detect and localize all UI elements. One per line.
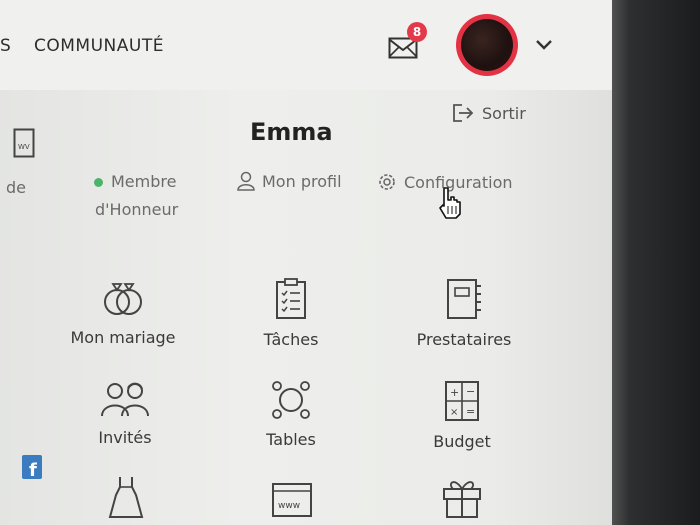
svg-text:f: f: [29, 460, 37, 479]
dress-icon[interactable]: [108, 475, 144, 519]
monitor-bezel: [612, 0, 700, 525]
logout-label: Sortir: [482, 103, 526, 123]
screen: S COMMUNAUTÉ 8 WV de f Sortir Emma Membr…: [0, 0, 612, 525]
table-icon: [272, 381, 310, 419]
status-line-1: Membre: [111, 172, 177, 191]
my-profile-label: Mon profil: [262, 171, 342, 191]
tile-vendors[interactable]: Prestataires: [406, 278, 522, 349]
calculator-icon: + − × =: [445, 381, 479, 421]
facebook-icon[interactable]: f: [22, 455, 42, 479]
website-icon[interactable]: www: [271, 482, 313, 518]
nav-item-community[interactable]: COMMUNAUTÉ: [34, 36, 164, 56]
checklist-icon: [276, 278, 306, 319]
website-icon[interactable]: WV: [13, 128, 35, 158]
svg-text:=: =: [466, 405, 475, 418]
svg-text:WV: WV: [18, 143, 30, 151]
my-profile-link[interactable]: Mon profil: [236, 171, 342, 191]
status-dot: [94, 178, 103, 187]
rings-icon: [104, 283, 142, 315]
member-status: Membre: [94, 172, 176, 191]
user-name: Emma: [250, 118, 333, 146]
avatar[interactable]: [456, 14, 518, 76]
svg-text:×: ×: [450, 407, 458, 418]
tile-label: Prestataires: [416, 330, 512, 349]
top-navigation-bar: S COMMUNAUTÉ 8: [0, 0, 612, 90]
tile-label: Tâches: [263, 330, 319, 349]
tile-label: Invités: [98, 428, 152, 447]
logout-icon: [453, 104, 474, 122]
messages-count-badge: 8: [407, 22, 427, 42]
tile-guests[interactable]: Invités: [80, 380, 170, 447]
tile-label: Mon mariage: [70, 328, 176, 347]
sidebar-partial-label: de: [6, 178, 26, 197]
svg-text:www: www: [278, 501, 300, 511]
svg-text:+: +: [450, 386, 459, 399]
tile-my-wedding[interactable]: Mon mariage: [64, 278, 182, 347]
tile-tables[interactable]: Tables: [246, 380, 336, 449]
guests-icon: [101, 382, 149, 417]
hand-cursor-icon: [439, 187, 461, 219]
svg-text:−: −: [466, 385, 475, 398]
tile-budget[interactable]: + − × = Budget: [420, 380, 504, 451]
tile-label: Budget: [433, 432, 491, 451]
user-icon: [237, 171, 255, 191]
gift-icon[interactable]: [441, 475, 483, 519]
tile-label: Tables: [266, 430, 316, 449]
gear-icon: [379, 174, 395, 190]
notebook-icon: [447, 279, 481, 319]
status-line-2: d'Honneur: [95, 200, 179, 219]
chevron-down-icon[interactable]: [534, 38, 554, 52]
logout-link[interactable]: Sortir: [452, 103, 526, 123]
tile-tasks[interactable]: Tâches: [236, 278, 346, 349]
nav-item-partial[interactable]: S: [0, 36, 11, 56]
